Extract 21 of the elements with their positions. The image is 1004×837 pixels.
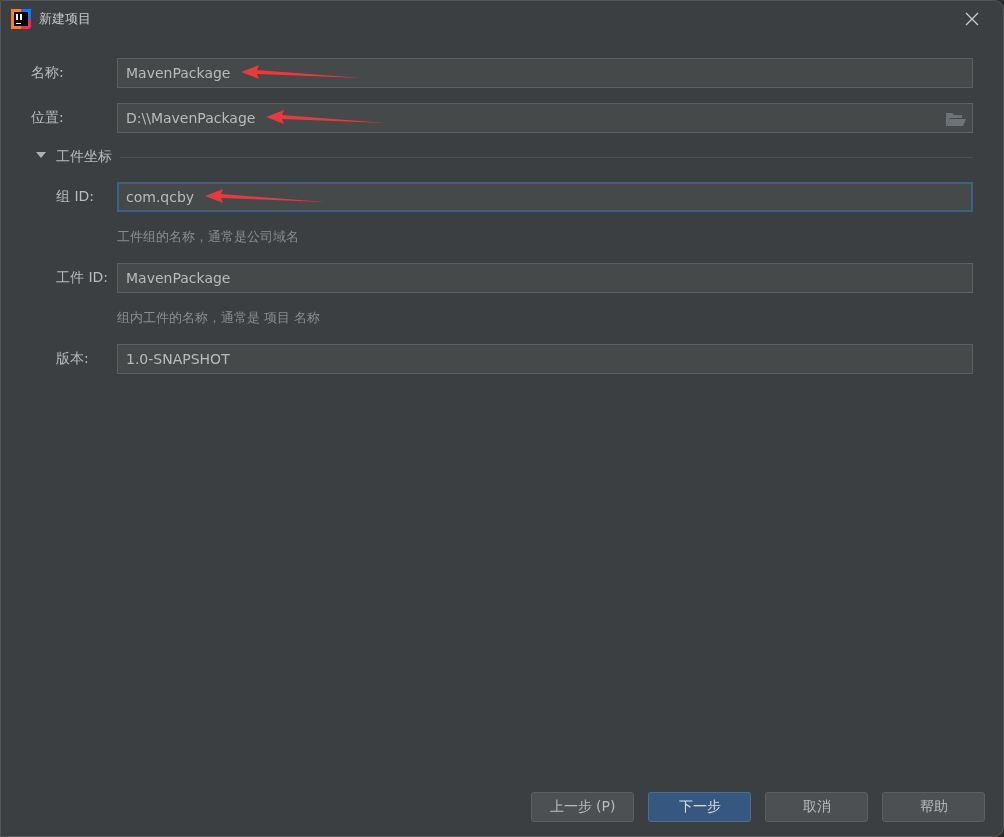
text-field[interactable]: 1.0-SNAPSHOT xyxy=(117,344,973,374)
dialog-button[interactable]: 下一步 xyxy=(648,792,751,822)
app-logo-icon xyxy=(11,9,31,29)
window-title: 新建项目 xyxy=(39,10,91,28)
field-label: 位置: xyxy=(31,109,65,127)
text-field[interactable]: D:\\MavenPackage xyxy=(117,103,973,133)
field-label: 名称: xyxy=(31,64,65,82)
dialog-button[interactable]: 上一步 (P) xyxy=(531,792,634,822)
text-field[interactable]: MavenPackage xyxy=(117,58,973,88)
field-label: 版本: xyxy=(56,350,90,368)
close-icon xyxy=(965,12,979,26)
field-label: 组 ID: xyxy=(56,188,96,206)
section-title: 工件坐标 xyxy=(56,148,112,166)
text-field[interactable]: MavenPackage xyxy=(117,263,973,293)
close-button[interactable] xyxy=(963,10,981,28)
hint-text: 组内工件的名称，通常是 项目 名称 xyxy=(116,309,322,327)
text-field[interactable]: com.qcby xyxy=(117,182,973,212)
dialog-button[interactable]: 帮助 xyxy=(882,792,985,822)
hint-text: 工件组的名称，通常是公司域名 xyxy=(116,228,300,246)
field-label: 工件 ID: xyxy=(56,269,110,287)
dialog-button[interactable]: 取消 xyxy=(765,792,868,822)
